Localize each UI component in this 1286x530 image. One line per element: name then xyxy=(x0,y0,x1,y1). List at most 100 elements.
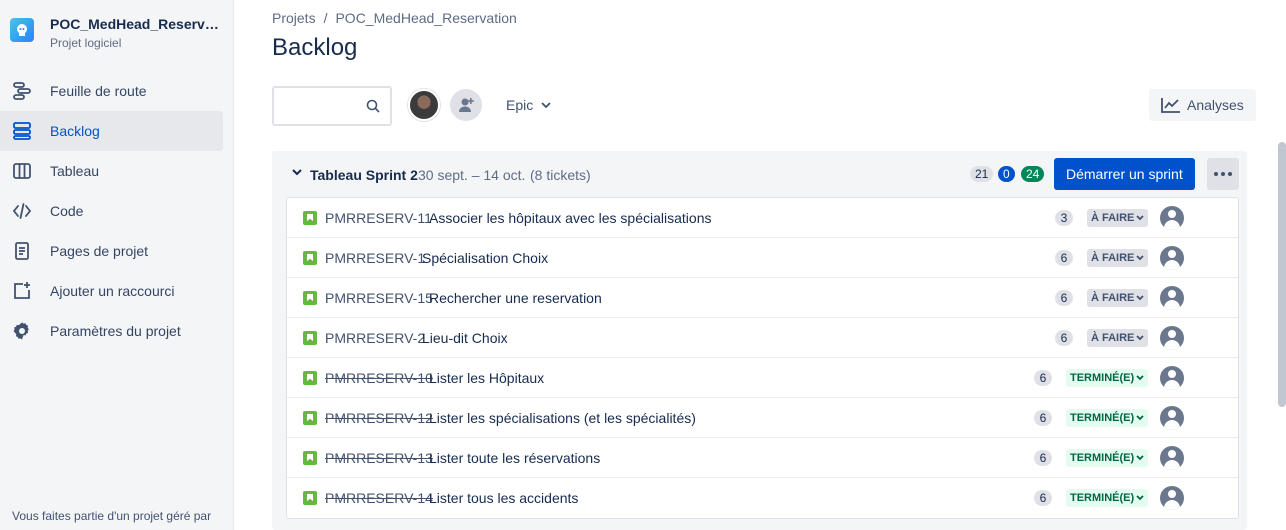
scrollbar[interactable] xyxy=(1278,142,1286,407)
sidebar-item-add-shortcut[interactable]: Ajouter un raccourci xyxy=(0,271,223,311)
chevron-down-icon xyxy=(1136,255,1145,261)
breadcrumb-project-link[interactable]: POC_MedHead_Reservation xyxy=(335,10,516,26)
status-label: TERMINÉ(E) xyxy=(1070,372,1135,384)
issue-key[interactable]: PMRRESERV-12 xyxy=(325,410,433,426)
issue-row[interactable]: PMRRESERV-15 Rechercher une reservation 6 À… xyxy=(287,278,1238,318)
story-points-badge[interactable]: 6 xyxy=(1034,490,1052,506)
sidebar-item-board[interactable]: Tableau xyxy=(0,151,223,191)
sidebar-item-pages[interactable]: Pages de projet xyxy=(0,231,223,271)
sidebar-item-label: Ajouter un raccourci xyxy=(50,283,175,299)
sprint-issue-count: (8 tickets) xyxy=(530,167,591,183)
unassigned-avatar-icon[interactable] xyxy=(1160,286,1184,310)
unassigned-avatar-icon[interactable] xyxy=(1160,246,1184,270)
chevron-down-icon xyxy=(1136,455,1144,461)
issue-row[interactable]: PMRRESERV-13 Lister toute les réservation… xyxy=(287,438,1238,478)
story-points-badge[interactable]: 6 xyxy=(1055,290,1073,306)
status-label: À FAIRE xyxy=(1091,332,1135,344)
search-input[interactable] xyxy=(272,86,392,126)
status-dropdown[interactable]: TERMINÉ(E) xyxy=(1066,369,1149,387)
status-label: TERMINÉ(E) xyxy=(1070,492,1135,504)
user-avatar[interactable] xyxy=(408,89,440,121)
story-points-badge[interactable]: 6 xyxy=(1034,450,1052,466)
sidebar-item-code[interactable]: Code xyxy=(0,191,223,231)
start-sprint-button[interactable]: Démarrer un sprint xyxy=(1054,158,1195,190)
issue-summary[interactable]: Lieu-dit Choix xyxy=(422,330,508,346)
story-points-badge[interactable]: 3 xyxy=(1055,210,1073,226)
chevron-down-icon xyxy=(541,102,551,108)
chevron-down-icon xyxy=(1136,415,1144,421)
issue-summary[interactable]: Spécialisation Choix xyxy=(422,250,548,266)
chevron-down-icon xyxy=(1136,295,1145,301)
issue-key[interactable]: PMRRESERV-11 xyxy=(325,210,432,226)
settings-icon xyxy=(12,321,32,341)
unassigned-avatar-icon[interactable] xyxy=(1160,326,1184,350)
status-label: TERMINÉ(E) xyxy=(1070,412,1135,424)
story-icon xyxy=(303,411,317,425)
status-dropdown[interactable]: À FAIRE xyxy=(1087,209,1149,227)
sidebar-item-settings[interactable]: Paramètres du projet xyxy=(0,311,223,351)
breadcrumb-projects-link[interactable]: Projets xyxy=(272,10,316,26)
issue-row[interactable]: PMRRESERV-10 Lister les Hôpitaux 6 TERMINÉ(… xyxy=(287,358,1238,398)
issue-row[interactable]: PMRRESERV-2 Lieu-dit Choix 6 À FAIRE xyxy=(287,318,1238,358)
analyses-button[interactable]: Analyses xyxy=(1149,89,1256,121)
issue-summary[interactable]: Rechercher une reservation xyxy=(429,290,602,306)
issue-summary[interactable]: Associer les hôpitaux avec les spécialis… xyxy=(429,210,711,226)
issue-row[interactable]: PMRRESERV-12 Lister les spécialisations (… xyxy=(287,398,1238,438)
breadcrumb: Projets / POC_MedHead_Reservation xyxy=(272,10,525,26)
story-points-badge[interactable]: 6 xyxy=(1034,370,1052,386)
story-points-badge[interactable]: 6 xyxy=(1055,250,1073,266)
issue-key[interactable]: PMRRESERV-1 xyxy=(325,250,425,266)
sidebar-item-backlog[interactable]: Backlog xyxy=(0,111,223,151)
add-people-button[interactable] xyxy=(450,89,482,121)
issue-summary[interactable]: Lister les Hôpitaux xyxy=(429,370,544,386)
sidebar-item-roadmap[interactable]: Feuille de route xyxy=(0,71,223,111)
story-points-badge[interactable]: 6 xyxy=(1034,410,1052,426)
issue-row[interactable]: PMRRESERV-14 Lister tous les accidents 6 TE… xyxy=(287,478,1238,518)
story-icon xyxy=(303,451,317,465)
points-in-progress-badge: 0 xyxy=(998,166,1015,182)
unassigned-avatar-icon[interactable] xyxy=(1160,486,1184,510)
chevron-down-icon xyxy=(1136,495,1144,501)
points-todo-badge: 21 xyxy=(970,166,994,182)
status-dropdown[interactable]: TERMINÉ(E) xyxy=(1066,489,1149,507)
page-title: Backlog xyxy=(272,34,358,61)
status-label: À FAIRE xyxy=(1091,292,1135,304)
status-dropdown[interactable]: TERMINÉ(E) xyxy=(1066,449,1149,467)
issue-key[interactable]: PMRRESERV-10 xyxy=(325,370,433,386)
project-header[interactable]: POC_MedHead_Reservation Projet logiciel xyxy=(10,14,220,50)
sidebar: POC_MedHead_Reservation Projet logiciel … xyxy=(0,0,234,530)
issue-row[interactable]: PMRRESERV-11 Associer les hôpitaux avec l… xyxy=(287,198,1238,238)
sprint-name: Tableau Sprint 2 xyxy=(310,167,418,183)
board-icon xyxy=(12,161,32,181)
status-dropdown[interactable]: TERMINÉ(E) xyxy=(1066,409,1149,427)
analyses-label: Analyses xyxy=(1187,97,1244,113)
sidebar-item-label: Tableau xyxy=(50,163,100,179)
chevron-down-icon xyxy=(1136,375,1144,381)
project-name[interactable]: POC_MedHead_Reservation xyxy=(50,16,220,32)
unassigned-avatar-icon[interactable] xyxy=(1160,406,1184,430)
sidebar-item-label: Backlog xyxy=(50,123,100,139)
status-dropdown[interactable]: À FAIRE xyxy=(1087,329,1149,347)
collapse-chevron-icon[interactable] xyxy=(292,168,302,176)
issue-summary[interactable]: Lister toute les réservations xyxy=(429,450,600,466)
issue-key[interactable]: PMRRESERV-2 xyxy=(325,330,425,346)
story-icon xyxy=(303,331,317,345)
story-icon xyxy=(303,491,317,505)
issue-key[interactable]: PMRRESERV-14 xyxy=(325,490,433,506)
more-actions-button[interactable] xyxy=(1207,158,1239,190)
issue-key[interactable]: PMRRESERV-13 xyxy=(325,450,433,466)
unassigned-avatar-icon[interactable] xyxy=(1160,366,1184,390)
status-dropdown[interactable]: À FAIRE xyxy=(1087,289,1149,307)
issue-row[interactable]: PMRRESERV-1 Spécialisation Choix 6 À FAIRE xyxy=(287,238,1238,278)
unassigned-avatar-icon[interactable] xyxy=(1160,446,1184,470)
issue-key[interactable]: PMRRESERV-15 xyxy=(325,290,433,306)
issue-summary[interactable]: Lister tous les accidents xyxy=(429,490,578,506)
story-points-badge[interactable]: 6 xyxy=(1055,330,1073,346)
project-type: Projet logiciel xyxy=(50,36,122,50)
issue-summary[interactable]: Lister les spécialisations (et les spéci… xyxy=(429,410,696,426)
search-icon xyxy=(366,99,380,113)
unassigned-avatar-icon[interactable] xyxy=(1160,206,1184,230)
epic-filter-dropdown[interactable]: Epic xyxy=(496,89,561,121)
status-dropdown[interactable]: À FAIRE xyxy=(1087,249,1149,267)
project-avatar-icon xyxy=(10,18,34,42)
